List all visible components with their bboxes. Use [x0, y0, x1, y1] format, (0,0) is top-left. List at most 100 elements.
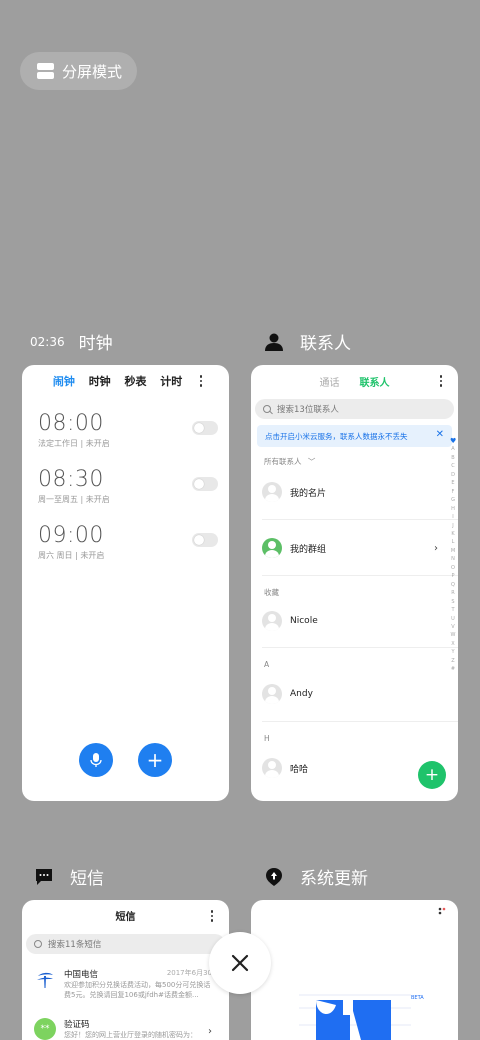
contacts-app-card[interactable]: 通话 联系人 搜索13位联系人 点击开启小米云服务，联系人数据永不丢失 ✕ 所有… — [251, 365, 458, 801]
heart-icon[interactable]: ♥ — [450, 437, 456, 445]
alphabet-letter[interactable]: E — [450, 479, 456, 487]
sms-header-title: 短信 — [115, 911, 136, 923]
alphabet-letter[interactable]: I — [450, 513, 456, 521]
tab-timer[interactable]: 计时 — [160, 373, 182, 389]
alarm-time: 08:30 — [38, 467, 104, 492]
alphabet-letter[interactable]: N — [450, 555, 456, 563]
cloud-service-banner[interactable]: 点击开启小米云服务，联系人数据永不丢失 ✕ — [257, 425, 452, 447]
alphabet-letter[interactable]: C — [450, 462, 456, 470]
alphabet-letter[interactable]: O — [450, 564, 456, 572]
search-icon — [263, 405, 271, 413]
close-icon[interactable]: ✕ — [436, 429, 444, 440]
alarm-item[interactable]: 08:00 法定工作日 | 未开启 — [38, 411, 218, 451]
alphabet-letter[interactable]: J — [450, 522, 456, 530]
add-contact-button[interactable]: + — [418, 761, 446, 789]
sms-app-card[interactable]: 短信 搜索11条短信 中国电信 欢迎参加积分兑换话费活动，每500分可兑换话费5… — [22, 900, 229, 1040]
sms-app-header[interactable]: 短信 — [34, 864, 104, 889]
alphabet-letter[interactable]: U — [450, 615, 456, 623]
message-item[interactable]: 中国电信 欢迎参加积分兑换话费活动，每500分可兑换话费5元。兑换请回复106或… — [34, 968, 224, 1000]
alarm-toggle[interactable] — [192, 477, 218, 491]
alphabet-letter[interactable]: F — [450, 488, 456, 496]
alphabet-letter[interactable]: P — [450, 572, 456, 580]
section-header: H — [264, 734, 270, 743]
clear-all-button[interactable] — [209, 932, 271, 994]
contact-name: Nicole — [290, 616, 318, 626]
alphabet-letter[interactable]: X — [450, 640, 456, 648]
clock-app-card[interactable]: 闹钟 时钟 秒表 计时 08:00 法定工作日 | 未开启 08:30 周一至周… — [22, 365, 229, 801]
contact-name: Andy — [290, 689, 313, 699]
alphabet-letter[interactable]: # — [450, 665, 456, 673]
verification-avatar-icon: ** — [34, 1018, 56, 1040]
alphabet-letter[interactable]: Y — [450, 648, 456, 656]
alarm-item[interactable]: 08:30 周一至周五 | 未开启 — [38, 467, 218, 507]
avatar — [262, 684, 282, 704]
alphabet-letter[interactable]: K — [450, 530, 456, 538]
more-options-icon[interactable] — [207, 910, 217, 922]
alarm-toggle[interactable] — [192, 421, 218, 435]
alphabet-letter[interactable]: R — [450, 589, 456, 597]
more-options-icon[interactable] — [436, 375, 446, 387]
plus-icon: + — [146, 748, 164, 772]
alphabet-letter[interactable]: G — [450, 496, 456, 504]
tab-alarm[interactable]: 闹钟 — [53, 373, 75, 389]
chevron-right-icon: › — [434, 542, 438, 554]
sms-search-input[interactable]: 搜索11条短信 — [26, 934, 225, 954]
all-contacts-filter[interactable]: 所有联系人 ﹀ — [264, 456, 315, 467]
more-options-icon[interactable] — [196, 375, 206, 387]
alphabet-index[interactable]: ♥ A B C D E F G H I J K L M N O P Q R S T U V W X Y Z # — [450, 437, 456, 674]
alphabet-letter[interactable]: Z — [450, 657, 456, 665]
alphabet-letter[interactable]: W — [450, 631, 456, 639]
alphabet-letter[interactable]: T — [450, 606, 456, 614]
microphone-icon — [90, 753, 102, 767]
alphabet-letter[interactable]: L — [450, 538, 456, 546]
clock-app-header[interactable]: 02:36 时钟 — [30, 329, 113, 354]
contact-row[interactable]: Andy — [262, 683, 452, 705]
alarm-time: 09:00 — [38, 523, 104, 548]
alphabet-letter[interactable]: V — [450, 623, 456, 631]
alphabet-letter[interactable]: D — [450, 471, 456, 479]
alphabet-letter[interactable]: Q — [450, 581, 456, 589]
alphabet-letter[interactable]: B — [450, 454, 456, 462]
divider — [262, 647, 458, 648]
message-preview: 您好！您的网上营业厅登录的随机密码为： — [64, 1031, 197, 1039]
message-item[interactable]: ** 验证码 您好！您的网上营业厅登录的随机密码为： › — [34, 1018, 224, 1040]
divider — [262, 519, 458, 520]
avatar — [262, 611, 282, 631]
clock-icon-time: 02:36 — [30, 334, 65, 349]
tab-clock[interactable]: 时钟 — [89, 373, 111, 389]
sms-app-title: 短信 — [70, 869, 104, 889]
update-app-card[interactable]: BETA — [251, 900, 458, 1040]
my-card-row[interactable]: 我的名片 — [262, 481, 452, 503]
banner-text: 点击开启小米云服务，联系人数据永不丢失 — [265, 431, 408, 441]
tab-calls[interactable]: 通话 — [320, 374, 340, 389]
update-app-header[interactable]: 系统更新 — [264, 864, 368, 889]
split-screen-label: 分屏模式 — [62, 62, 123, 81]
alphabet-letter[interactable]: M — [450, 547, 456, 555]
my-card-label: 我的名片 — [290, 488, 327, 499]
group-avatar — [262, 538, 282, 558]
contacts-app-header[interactable]: 联系人 — [264, 329, 351, 354]
add-alarm-button[interactable]: + — [138, 743, 172, 777]
alarm-time: 08:00 — [38, 411, 104, 436]
my-groups-row[interactable]: 我的群组 › — [262, 537, 452, 559]
alphabet-letter[interactable]: S — [450, 598, 456, 606]
chevron-right-icon: › — [208, 1026, 212, 1037]
contact-row[interactable]: Nicole — [262, 610, 452, 632]
tab-contacts[interactable]: 联系人 — [360, 374, 390, 389]
alphabet-letter[interactable]: H — [450, 505, 456, 513]
alarm-subtitle: 周六 周日 | 未开启 — [38, 551, 105, 560]
alphabet-letter[interactable]: A — [450, 445, 456, 453]
section-header: 收藏 — [264, 588, 279, 597]
clock-tabs: 闹钟 时钟 秒表 计时 — [22, 365, 229, 397]
voice-alarm-button[interactable] — [79, 743, 113, 777]
my-groups-label: 我的群组 — [290, 544, 327, 555]
update-app-title: 系统更新 — [300, 869, 368, 889]
alarm-toggle[interactable] — [192, 533, 218, 547]
contacts-search-input[interactable]: 搜索13位联系人 — [255, 399, 454, 419]
sender-name: 验证码 — [64, 1020, 90, 1030]
tab-stopwatch[interactable]: 秒表 — [124, 373, 146, 389]
alarm-item[interactable]: 09:00 周六 周日 | 未开启 — [38, 523, 218, 563]
split-screen-button[interactable]: 分屏模式 — [20, 52, 137, 90]
contact-name: 哈哈 — [290, 764, 309, 775]
all-contacts-label: 所有联系人 — [264, 457, 302, 466]
